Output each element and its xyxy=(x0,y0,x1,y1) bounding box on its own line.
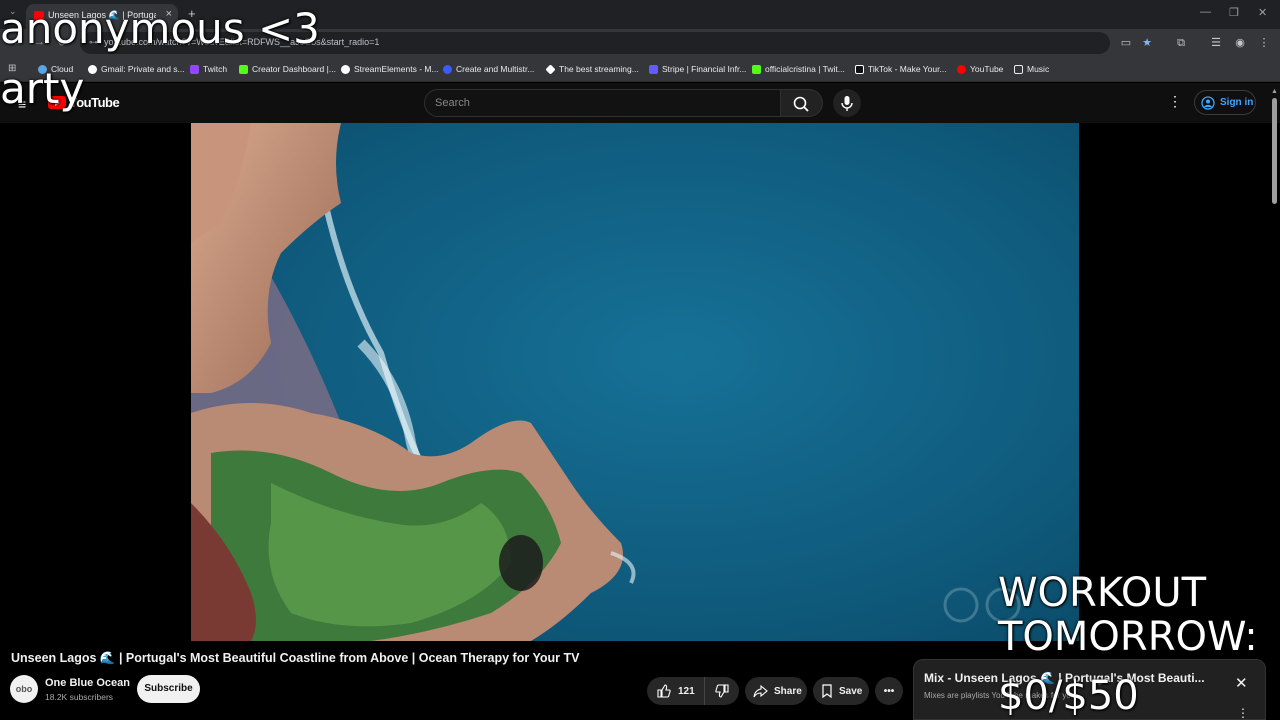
page-scrollbar-thumb[interactable] xyxy=(1272,98,1277,204)
save-label: Save xyxy=(839,685,863,697)
goal-label-overlay: WORKOUT TOMORROW: xyxy=(998,571,1258,659)
profile-icon[interactable]: ◉ xyxy=(1234,37,1246,49)
bookmark-label: Stripe | Financial Infr... xyxy=(662,64,747,74)
diamond-icon xyxy=(545,63,556,75)
thumbs-down-icon xyxy=(715,684,729,698)
bookmark-label: officialcristina | Twit... xyxy=(765,64,845,74)
bookmark-folder[interactable]: Music xyxy=(1014,64,1049,74)
goal-line-2: TOMORROW: xyxy=(998,614,1258,660)
thumbs-up-icon xyxy=(657,684,671,698)
goal-progress-overlay: $0/$50 xyxy=(998,673,1139,719)
search-placeholder: Search xyxy=(435,97,470,109)
mix-menu-kebab-icon[interactable]: ⋮ xyxy=(1237,706,1249,720)
sign-in-label: Sign in xyxy=(1220,97,1254,108)
streamer-name-overlay: arty xyxy=(0,64,85,113)
bookmark-save-icon xyxy=(822,684,832,698)
bookmark-item[interactable]: Creator Dashboard |... xyxy=(239,64,336,74)
dislike-button[interactable] xyxy=(705,684,739,698)
bookmark-label: Create and Multistr... xyxy=(456,64,535,74)
video-frame-coastline xyxy=(191,123,1079,641)
bookmark-star-icon[interactable]: ★ xyxy=(1141,37,1153,49)
like-button[interactable]: 121 xyxy=(647,677,705,705)
close-window-icon[interactable]: ✕ xyxy=(1258,6,1267,19)
subscriber-count: 18.2K subscribers xyxy=(45,692,114,702)
video-title: Unseen Lagos 🌊 | Portugal's Most Beautif… xyxy=(11,651,580,665)
bookmark-label: Gmail: Private and s... xyxy=(101,64,185,74)
voice-search-button[interactable] xyxy=(833,89,861,117)
sign-in-button[interactable]: Sign in xyxy=(1194,90,1256,115)
bookmark-item[interactable]: StreamElements - M... xyxy=(341,64,439,74)
bookmark-item[interactable]: Create and Multistr... xyxy=(443,64,534,74)
video-player[interactable] xyxy=(191,123,1079,641)
close-icon[interactable]: ✕ xyxy=(1235,674,1248,692)
bookmark-item[interactable]: Stripe | Financial Infr... xyxy=(649,64,746,74)
share-label: Share xyxy=(774,685,802,697)
search-input[interactable]: Search xyxy=(424,89,781,117)
bookmark-item[interactable]: Twitch xyxy=(190,64,227,74)
channel-avatar[interactable]: obo xyxy=(10,675,38,703)
channel-name[interactable]: One Blue Ocean xyxy=(45,677,130,689)
subscribe-button[interactable]: Subscribe xyxy=(137,675,200,703)
youtube-masthead: ≡ YouTube Search ⋮ Sign in xyxy=(0,83,1280,123)
restream-icon xyxy=(443,64,452,74)
stripe-icon xyxy=(649,64,658,74)
twitch-icon xyxy=(190,64,199,74)
cast-icon[interactable]: ▭ xyxy=(1120,37,1132,49)
youtube-icon xyxy=(957,64,966,74)
bookmark-label: YouTube xyxy=(970,64,1004,74)
bookmark-label: Creator Dashboard |... xyxy=(252,64,336,74)
bookmark-label: StreamElements - M... xyxy=(354,64,439,74)
minimize-icon[interactable]: — xyxy=(1200,6,1211,18)
extensions-icon[interactable]: ⧉ xyxy=(1175,37,1187,49)
account-icon xyxy=(1201,95,1215,110)
bookmark-item[interactable]: TikTok - Make Your... xyxy=(855,64,947,74)
kick-icon xyxy=(239,64,248,74)
streamelements-icon xyxy=(341,64,350,74)
bookmark-item[interactable]: The best streaming... xyxy=(545,63,639,75)
search-icon xyxy=(793,96,809,112)
chrome-menu-icon[interactable]: ⋮ xyxy=(1258,37,1270,49)
bookmark-item[interactable]: officialcristina | Twit... xyxy=(752,64,845,74)
bookmark-label: TikTok - Make Your... xyxy=(868,64,947,74)
google-icon xyxy=(88,64,97,74)
goal-line-1: WORKOUT xyxy=(998,570,1207,616)
microphone-icon xyxy=(841,96,853,111)
bookmarks-bar: ⊞ Cloud Gmail: Private and s... Twitch C… xyxy=(0,57,1280,82)
kick-icon xyxy=(752,64,761,74)
bookmark-label: Music xyxy=(1027,64,1050,74)
search-button[interactable] xyxy=(781,89,823,117)
bookmark-item[interactable]: YouTube xyxy=(957,64,1003,74)
restore-icon[interactable]: ❐ xyxy=(1229,6,1239,19)
like-count: 121 xyxy=(678,685,695,697)
bookmark-item[interactable]: Gmail: Private and s... xyxy=(88,64,185,74)
tiktok-icon xyxy=(855,64,864,74)
share-button[interactable]: Share xyxy=(745,677,807,705)
more-actions-button[interactable]: ••• xyxy=(875,677,903,705)
like-dislike-group: 121 xyxy=(647,677,739,705)
more-horizontal-icon: ••• xyxy=(883,685,895,697)
media-control-icon[interactable]: ☰ xyxy=(1210,37,1222,49)
bookmark-label: Twitch xyxy=(203,64,228,74)
scroll-up-arrow-icon[interactable]: ▲ xyxy=(1271,88,1278,95)
settings-kebab-icon[interactable]: ⋮ xyxy=(1168,93,1182,110)
recent-follower-overlay: anonymous <3 xyxy=(0,4,320,53)
share-arrow-icon xyxy=(753,684,768,698)
bookmark-label: The best streaming... xyxy=(559,64,639,74)
save-button[interactable]: Save xyxy=(813,677,869,705)
folder-icon xyxy=(1014,64,1023,74)
